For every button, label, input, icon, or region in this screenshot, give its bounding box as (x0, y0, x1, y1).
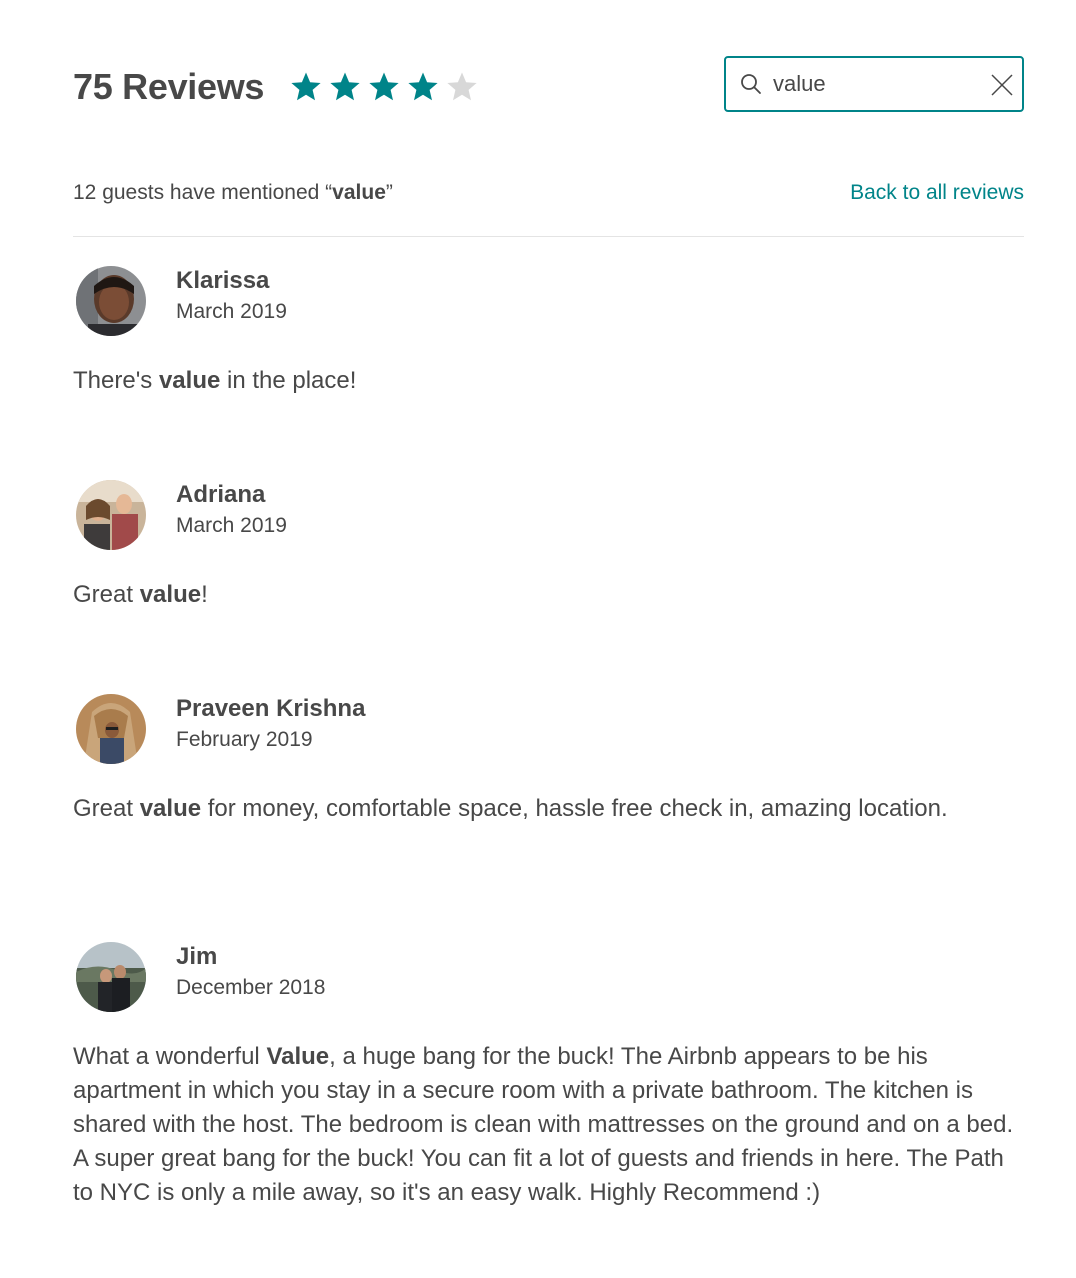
review-text-segment: ! (201, 581, 208, 608)
search-input[interactable] (773, 66, 973, 102)
divider (73, 236, 1024, 237)
reviewer-name: Klarissa (176, 267, 270, 294)
review-text: Great value! (73, 578, 1028, 612)
avatar[interactable] (76, 942, 146, 1012)
review-date: March 2019 (176, 514, 287, 537)
star-filled-icon (408, 72, 438, 101)
reviewer-name: Jim (176, 943, 218, 970)
reviews-header: 75 Reviews (73, 66, 478, 108)
review-text-segment: for money, comfortable space, hassle fre… (201, 795, 948, 822)
highlighted-keyword: value (139, 581, 202, 608)
summary-keyword: value (332, 181, 386, 204)
close-icon[interactable] (990, 73, 1014, 97)
search-icon (741, 74, 761, 94)
reviews-title: 75 Reviews (73, 66, 265, 107)
back-to-all-reviews-link[interactable]: Back to all reviews (850, 181, 1024, 205)
highlighted-keyword: Value (266, 1043, 330, 1070)
summary-suffix: ” (385, 181, 393, 204)
review-date: February 2019 (176, 728, 313, 751)
search-box[interactable] (724, 56, 1024, 112)
highlighted-keyword: value (139, 795, 202, 822)
avatar[interactable] (76, 694, 146, 764)
star-empty-icon (447, 72, 477, 101)
star-filled-icon (330, 72, 360, 101)
review-text-segment: in the place! (220, 367, 357, 394)
review-date: December 2018 (176, 976, 326, 999)
review-text-segment: Great (73, 795, 140, 822)
review-text: Great value for money, comfortable space… (73, 792, 1028, 826)
highlighted-keyword: value (158, 367, 221, 394)
review-date: March 2019 (176, 300, 287, 323)
reviewer-name: Adriana (176, 481, 266, 508)
reviewer-name: Praveen Krishna (176, 695, 366, 722)
avatar[interactable] (76, 266, 146, 336)
star-filled-icon (369, 72, 399, 101)
review-text-segment: Great (73, 581, 140, 608)
review-text-segment: There's (73, 367, 159, 394)
summary-prefix: 12 guests have mentioned “ (73, 181, 333, 204)
avatar[interactable] (76, 480, 146, 550)
review-text-segment: What a wonderful (73, 1043, 267, 1070)
review-text: There's value in the place! (73, 364, 1028, 398)
star-rating (290, 71, 478, 103)
star-filled-icon (291, 72, 321, 101)
mention-summary: 12 guests have mentioned “value” (73, 181, 393, 205)
review-text: What a wonderful Value, a huge bang for … (73, 1040, 1028, 1210)
